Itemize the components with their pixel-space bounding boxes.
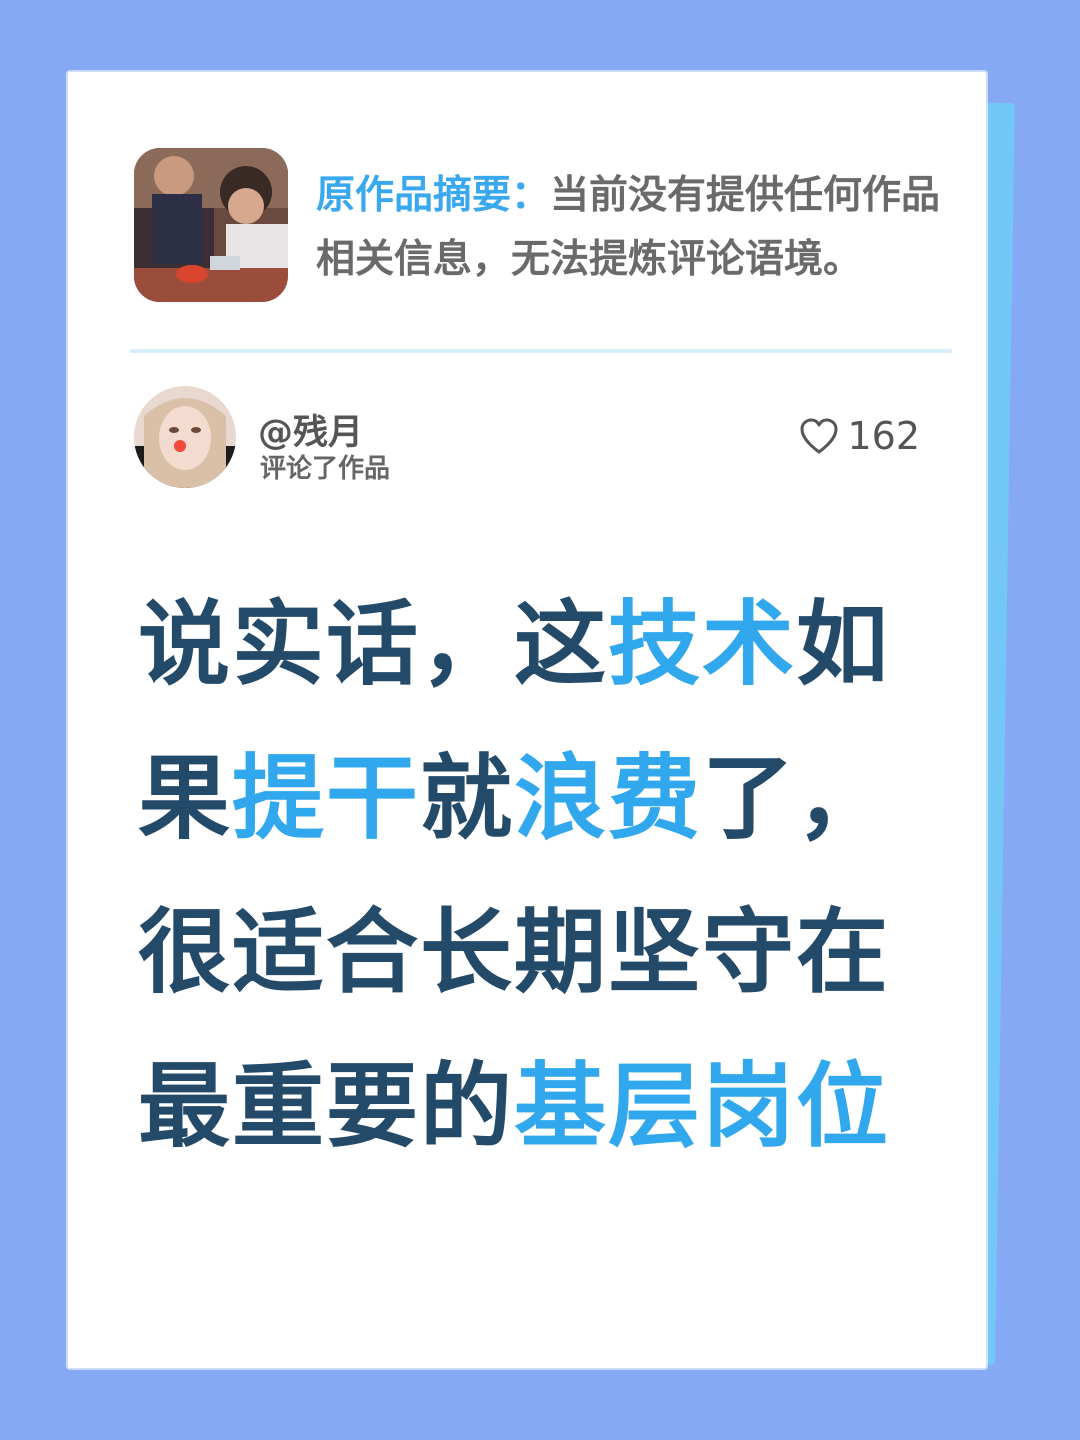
comment-highlight: 提干	[232, 745, 421, 852]
like-button[interactable]: 162	[799, 414, 920, 458]
comment-text: 就	[420, 745, 515, 852]
summary-text-block: 原作品摘要：当前没有提供任何作品相关信息，无法提炼评论语境。	[316, 164, 956, 292]
comment-highlight: 技术	[608, 591, 797, 698]
avatar[interactable]	[134, 386, 236, 488]
comment-highlight: 浪费	[514, 745, 703, 852]
summary-label: 原作品摘要：	[316, 173, 551, 218]
avatar-image	[134, 386, 236, 488]
comment-body: 说实话，这技术如果提干就浪费了，很适合长期坚守在最重要的基层岗位	[138, 568, 938, 1184]
like-count: 162	[847, 414, 920, 458]
commenter-header: @残月 评论了作品 162	[134, 386, 934, 496]
heart-outline-icon	[800, 418, 838, 454]
section-divider	[130, 349, 952, 353]
work-thumbnail[interactable]	[134, 148, 288, 302]
original-work-summary: 原作品摘要：当前没有提供任何作品相关信息，无法提炼评论语境。	[134, 148, 954, 308]
work-thumbnail-image	[134, 148, 288, 302]
comment-highlight: 基层岗位	[514, 1053, 891, 1160]
comment-text: 说实话，这	[138, 591, 609, 698]
comment-action-label: 评论了作品	[260, 454, 391, 484]
